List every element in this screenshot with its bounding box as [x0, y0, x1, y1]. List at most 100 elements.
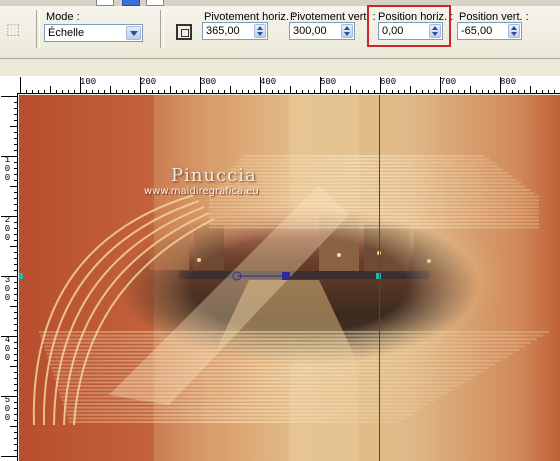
stripe [60, 395, 441, 398]
position-vertical-input[interactable]: -65,00 [457, 22, 522, 40]
ruler-tick [218, 90, 219, 93]
ruler-tick [14, 372, 17, 373]
vertical-guide[interactable] [379, 95, 380, 461]
image-canvas[interactable]: Pinuccia www.maidiregrafica.eu [19, 95, 560, 461]
pivot-handle[interactable] [282, 272, 290, 280]
ruler-tick [458, 90, 459, 93]
stripe [43, 345, 526, 348]
tool-options-toolbar: ⬚ Mode : Échelle Pivotement horiz. : 365… [0, 0, 560, 59]
ruler-tick [14, 300, 17, 301]
pivot-horizontal-spinner[interactable] [254, 24, 266, 38]
ruler-tick [14, 234, 17, 235]
pick-tool-icon: ⬚ [6, 21, 21, 38]
ruler-label: 400 [260, 77, 277, 87]
stripe [65, 410, 418, 413]
ruler-tick [356, 90, 357, 93]
ruler-tick [14, 258, 17, 259]
artwork [19, 95, 549, 461]
ruler-tick [14, 252, 17, 253]
toolbar-tab[interactable] [96, 0, 114, 6]
ruler-tick [14, 408, 17, 409]
ruler-tick [14, 204, 17, 205]
pivot-vertical-input[interactable]: 300,00 [289, 22, 355, 40]
ruler-tick [20, 77, 21, 93]
ruler-tick [14, 228, 17, 229]
ruler-tick [164, 90, 165, 93]
ruler-tick [14, 168, 17, 169]
pivot-vertical-value: 300,00 [293, 25, 327, 37]
mode-label: Mode : [46, 11, 80, 23]
ruler-label-group: 2 0 0 [3, 216, 12, 243]
stripe [209, 199, 539, 202]
ruler-tick [452, 90, 453, 93]
ruler-tick [62, 90, 63, 93]
ruler-tick [332, 90, 333, 93]
vertical-ruler[interactable]: 1 0 0 2 0 0 3 0 0 4 0 0 5 0 0 [0, 93, 18, 461]
ruler-tick [536, 90, 537, 93]
ruler-tick [14, 312, 17, 313]
stripe [67, 417, 406, 420]
mode-dropdown[interactable]: Échelle [44, 24, 143, 42]
reset-transform-icon[interactable] [176, 24, 192, 40]
horizontal-ruler[interactable]: 100 200 300 400 500 600 700 800 [0, 76, 560, 94]
stripe [53, 374, 478, 377]
ruler-tick [10, 366, 17, 367]
arrow-down-icon [511, 32, 517, 36]
ruler-tick [128, 90, 129, 93]
stripe [69, 421, 399, 423]
ruler-label: 800 [500, 77, 517, 87]
ruler-tick [14, 378, 17, 379]
ruler-tick [440, 77, 441, 93]
ruler-tick [188, 90, 189, 93]
ruler-tick [374, 90, 375, 93]
pivot-vertical-spinner[interactable] [341, 24, 353, 38]
ruler-tick [140, 77, 141, 93]
toolbar-tab[interactable] [146, 0, 164, 6]
ruler-label: 300 [200, 77, 217, 87]
stripe [217, 185, 526, 188]
stripe [45, 349, 519, 351]
ruler-tick [14, 444, 17, 445]
ruler-tick [26, 90, 27, 93]
ruler-tick [524, 90, 525, 93]
ruler-tick [344, 90, 345, 93]
ruler-tick [14, 384, 17, 385]
toolbar-separator [160, 10, 164, 48]
ruler-tick [10, 126, 17, 127]
ruler-tick [1, 276, 17, 277]
dropdown-button[interactable] [126, 26, 141, 40]
stripe [209, 226, 539, 229]
stripe [54, 377, 471, 380]
ruler-tick [1, 456, 17, 457]
stripe [57, 385, 459, 387]
ruler-tick [314, 90, 315, 93]
ruler-tick [242, 90, 243, 93]
ruler-tick [470, 86, 471, 93]
ruler-tick [14, 288, 17, 289]
stripe [58, 388, 453, 391]
ruler-tick [14, 174, 17, 175]
ruler-digit: 0 [4, 353, 11, 363]
ruler-tick [10, 186, 17, 187]
stripe [241, 155, 485, 157]
ruler-digit: 0 [4, 293, 11, 303]
toolbar-tab-active[interactable] [122, 0, 140, 6]
ruler-tick [14, 450, 17, 451]
arrow-up-icon [344, 26, 350, 30]
ruler-tick [158, 90, 159, 93]
ruler-tick [14, 114, 17, 115]
ruler-tick [230, 86, 231, 93]
ruler-tick [392, 90, 393, 93]
mode-value: Échelle [48, 27, 85, 39]
chevron-down-icon [130, 31, 138, 36]
ruler-tick [14, 270, 17, 271]
ruler-tick [56, 90, 57, 93]
pivot-horizontal-input[interactable]: 365,00 [202, 22, 268, 40]
position-vertical-value: -65,00 [461, 25, 493, 37]
ruler-tick [308, 90, 309, 93]
ruler-tick [14, 210, 17, 211]
left-handle[interactable] [19, 273, 23, 279]
ruler-tick [14, 420, 17, 421]
ruler-tick [98, 90, 99, 93]
position-vertical-spinner[interactable] [508, 24, 520, 38]
